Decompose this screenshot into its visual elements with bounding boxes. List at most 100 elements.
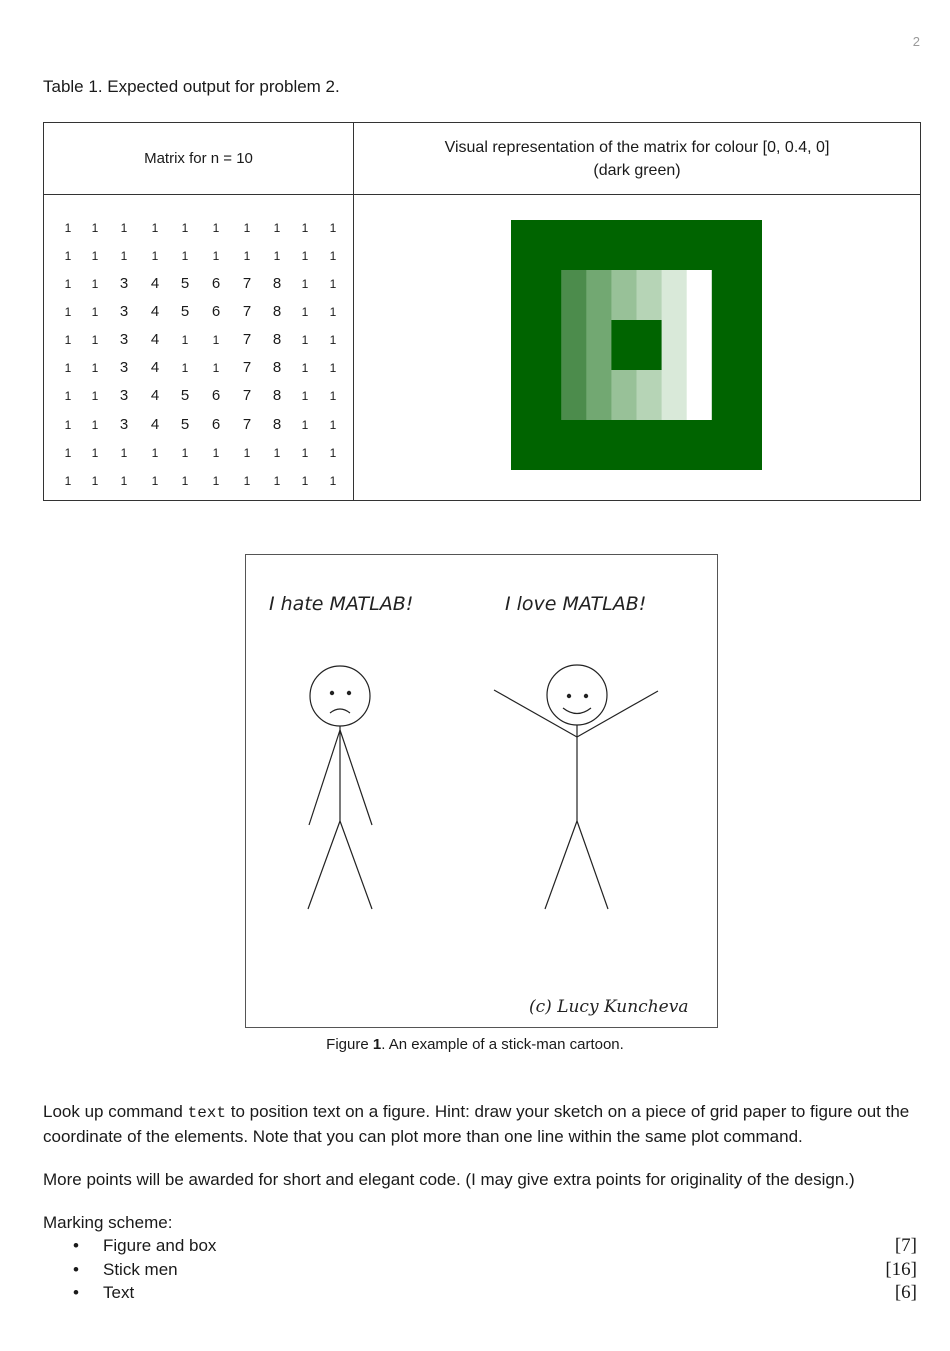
matrix-cell: 1: [301, 221, 309, 235]
matrix-visual-cell: [611, 245, 638, 271]
marking-item: • Text: [73, 1283, 134, 1303]
matrix-visual-cell: [711, 445, 738, 470]
matrix-visual-cell: [611, 395, 638, 421]
matrix-visual-cell: [536, 320, 562, 346]
matrix-cell: 3: [119, 359, 129, 376]
matrix-visual-cell: [711, 245, 738, 271]
matrix-visual-cell: [661, 345, 688, 371]
matrix-cell: 5: [180, 303, 190, 320]
matrix-cell: 1: [301, 418, 309, 432]
matrix-cell: 3: [119, 331, 129, 348]
matrix-cell: 1: [64, 389, 72, 403]
matrix-cell: 8: [272, 303, 282, 320]
matrix-visual-cell: [711, 345, 738, 371]
visual-header-line-2: (dark green): [593, 161, 681, 179]
sad-head: [309, 665, 371, 727]
matrix-cell: 1: [273, 249, 281, 263]
matrix-cell: 6: [211, 275, 221, 292]
matrix-cell: 3: [119, 275, 129, 292]
matrix-visual-cell: [611, 320, 638, 346]
matrix-cell: 7: [242, 416, 252, 433]
matrix-cell: 1: [120, 446, 128, 460]
matrix-visual-cell: [586, 445, 612, 470]
matrix-visual-cell: [636, 320, 663, 346]
result-table: Matrix for n = 10 Visual representation …: [43, 122, 921, 501]
matrix-visual-cell: [736, 420, 762, 446]
figure-caption: Figure 1. An example of a stick-man cart…: [0, 1036, 950, 1053]
matrix-cell: 1: [91, 249, 99, 263]
matrix-visual-cell: [661, 395, 688, 421]
matrix-cell: 1: [329, 474, 337, 488]
sad-right-leg: [339, 820, 373, 910]
matrix-visual-cell: [636, 220, 663, 246]
matrix-cell: 4: [150, 303, 160, 320]
visual-column-header: Visual representation of the matrix for …: [354, 123, 920, 194]
matrix-visual-cell: [711, 370, 738, 396]
matrix-cell: 1: [301, 305, 309, 319]
matrix-visual-cell: [736, 295, 762, 321]
matrix-visual-cell: [611, 370, 638, 396]
happy-left-leg: [544, 820, 578, 910]
matrix-visual-cell: [586, 320, 612, 346]
matrix-visual-cell: [586, 220, 612, 246]
matrix-visual-cell: [611, 345, 638, 371]
matrix-cell: 7: [242, 359, 252, 376]
matrix-cell: 1: [91, 221, 99, 235]
matrix-column-header: Matrix for n = 10: [144, 150, 253, 167]
matrix-cell: 1: [273, 446, 281, 460]
matrix-visual-cell: [536, 345, 562, 371]
matrix-visual-cell: [686, 445, 713, 470]
matrix-cell: 1: [329, 333, 337, 347]
instruction-paragraph: Look up command text to position text on…: [43, 1100, 928, 1148]
matrix-visual-cell: [536, 420, 562, 446]
matrix-visual-cell: [661, 295, 688, 321]
matrix-visual-cell: [686, 320, 713, 346]
sad-left-leg: [307, 820, 341, 910]
matrix-visual-cell: [686, 395, 713, 421]
matrix-cell: 1: [212, 446, 220, 460]
matrix-cell: 1: [181, 361, 189, 375]
matrix-visual-cell: [586, 420, 612, 446]
matrix-visual-cell: [536, 445, 562, 470]
points-paragraph: More points will be awarded for short an…: [43, 1170, 855, 1189]
matrix-cell: 6: [211, 303, 221, 320]
matrix-cell: 1: [301, 277, 309, 291]
matrix-cell: 1: [120, 249, 128, 263]
matrix-visual-cell: [561, 445, 587, 470]
marking-item-label: Text: [103, 1283, 135, 1302]
matrix-visual-cell: [736, 320, 762, 346]
matrix-cell: 1: [329, 389, 337, 403]
matrix-cell: 1: [181, 249, 189, 263]
matrix-visual-cell: [561, 370, 587, 396]
matrix-cell: 4: [150, 275, 160, 292]
sad-right-arm: [339, 729, 373, 826]
matrix-visual-cell: [736, 445, 762, 470]
matrix-visual-cell: [636, 420, 663, 446]
matrix-cell: 1: [273, 221, 281, 235]
matrix-visual-cell: [536, 245, 562, 271]
matrix-cell: 1: [64, 361, 72, 375]
matrix-cell: 1: [329, 277, 337, 291]
matrix-cell: 1: [91, 389, 99, 403]
matrix-visual-cell: [511, 245, 537, 271]
matrix-visual-cell: [636, 270, 663, 296]
matrix-visual-cell: [561, 345, 587, 371]
marking-scheme-title: Marking scheme:: [43, 1213, 173, 1232]
matrix-visual-cell: [711, 395, 738, 421]
matrix-visual-cell: [611, 220, 638, 246]
matrix-visual-cell: [661, 270, 688, 296]
matrix-cell: 1: [212, 221, 220, 235]
matrix-cell: 1: [329, 305, 337, 319]
matrix-visual-cell: [736, 245, 762, 271]
matrix-visual-cell: [511, 345, 537, 371]
command-name: text: [187, 1104, 226, 1122]
matrix-visual-cell: [636, 445, 663, 470]
matrix-visual-cell: [636, 370, 663, 396]
matrix-visual-cell: [661, 220, 688, 246]
matrix-cell: 1: [329, 361, 337, 375]
matrix-visual-cell: [611, 445, 638, 470]
stick-man-cartoon: I hate MATLAB! I love MATLAB! (c) Lucy K…: [245, 554, 718, 1028]
matrix-cell: 1: [64, 333, 72, 347]
matrix-visual-cell: [511, 445, 537, 470]
happy-right-leg: [576, 820, 609, 910]
